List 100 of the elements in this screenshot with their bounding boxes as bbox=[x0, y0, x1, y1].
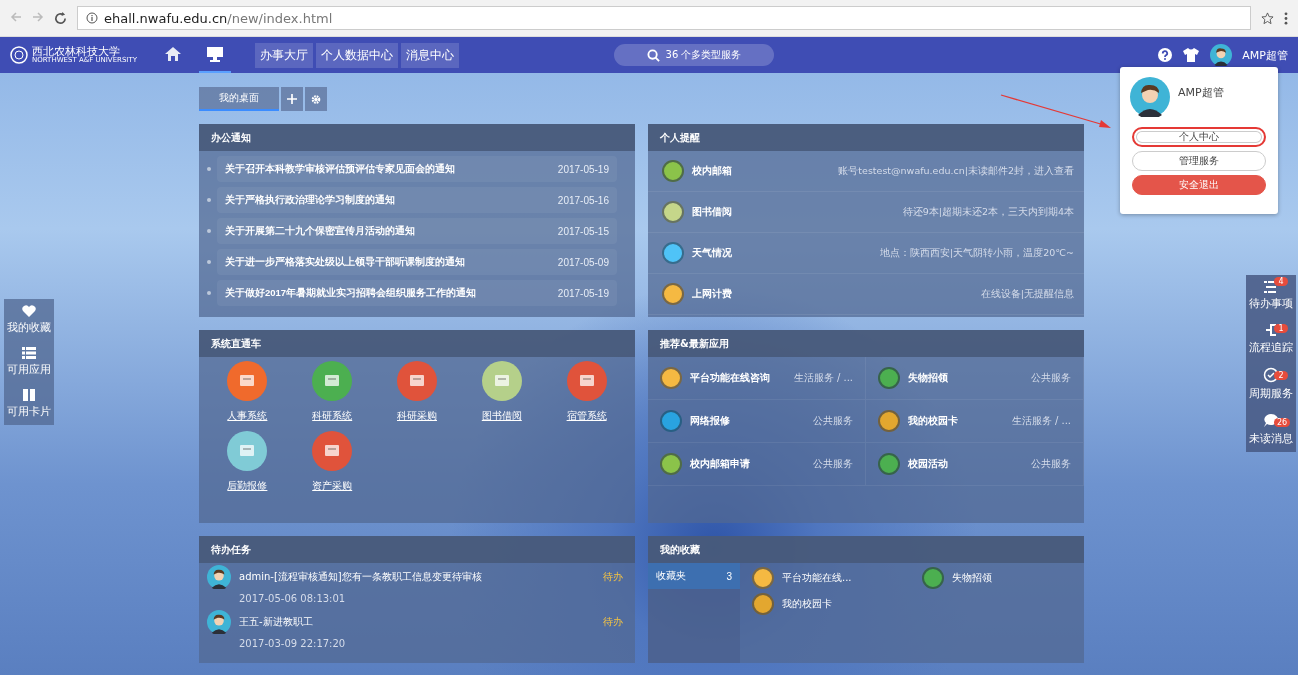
avatar-icon bbox=[207, 610, 231, 634]
user-name[interactable]: AMP超管 bbox=[1242, 47, 1288, 63]
user-name: AMP超管 bbox=[1178, 85, 1224, 100]
avatar-icon bbox=[1210, 44, 1233, 66]
avatar-icon bbox=[1130, 77, 1170, 117]
notice-item[interactable]: 关于召开本科教学审核评估预评估专家见面会的通知 2017-05-19 bbox=[217, 156, 617, 182]
help-icon[interactable] bbox=[1158, 48, 1173, 62]
app-category: 公共服务 bbox=[1031, 371, 1071, 385]
panel-title: 办公通知 bbox=[199, 124, 635, 151]
reminder-name[interactable]: 图书借阅 bbox=[692, 205, 732, 219]
address-bar[interactable]: ehall.nwafu.edu.cn/new/index.html bbox=[77, 6, 1251, 30]
system-icon[interactable] bbox=[566, 361, 607, 401]
menu-button[interactable]: 安全退出 bbox=[1132, 175, 1266, 195]
more-icon[interactable] bbox=[1284, 11, 1288, 25]
university-emblem-icon bbox=[10, 46, 28, 64]
panel-title: 待办任务 bbox=[199, 536, 635, 563]
task-text[interactable]: admin-[流程审核通知]您有一条教职工信息变更待审核 bbox=[239, 570, 482, 584]
list-icon bbox=[1264, 281, 1278, 293]
app-name[interactable]: 校园活动 bbox=[908, 457, 948, 471]
task-text[interactable]: 王五-新进教职工 bbox=[239, 615, 313, 629]
add-button[interactable] bbox=[281, 87, 303, 111]
system-icon[interactable] bbox=[312, 361, 353, 401]
panel-title: 系统直通车 bbox=[199, 330, 635, 357]
panel-title: 我的收藏 bbox=[648, 536, 1084, 563]
task-time: 2017-05-06 08:13:01 bbox=[239, 593, 347, 604]
dock-item[interactable]: 可用应用 bbox=[4, 341, 54, 383]
info-icon bbox=[86, 12, 98, 24]
avatar-icon bbox=[207, 565, 231, 589]
list-icon bbox=[22, 347, 36, 359]
app-name[interactable]: 校内邮箱申请 bbox=[690, 457, 750, 471]
panel-title: 个人提醒 bbox=[648, 124, 1084, 151]
branch-icon bbox=[1264, 323, 1278, 337]
system-icon[interactable] bbox=[312, 431, 353, 471]
monitor-icon bbox=[206, 46, 224, 62]
task-status: 待办 bbox=[603, 570, 623, 584]
gear-icon bbox=[311, 92, 321, 106]
app-name[interactable]: 平台功能在线咨询 bbox=[690, 371, 770, 385]
bullet-icon bbox=[207, 167, 211, 171]
heart-icon bbox=[22, 305, 36, 317]
reminder-name[interactable]: 校内邮箱 bbox=[692, 164, 732, 178]
dock-item[interactable]: 我的收藏 bbox=[4, 299, 54, 341]
system-link[interactable]: 科研采购 bbox=[397, 409, 437, 423]
system-link[interactable]: 人事系统 bbox=[227, 409, 268, 423]
reminder-name[interactable]: 天气情况 bbox=[692, 246, 732, 260]
menu-button[interactable]: 管理服务 bbox=[1132, 151, 1266, 171]
cards-icon bbox=[23, 389, 35, 401]
notice-item[interactable]: 关于进一步严格落实处级以上领导干部听课制度的通知 2017-05-09 bbox=[217, 249, 617, 275]
panel-title: 推荐&最新应用 bbox=[648, 330, 1084, 357]
dock-item[interactable]: 可用卡片 bbox=[4, 383, 54, 425]
reminder-name[interactable]: 上网计费 bbox=[692, 287, 732, 301]
system-icon[interactable] bbox=[481, 361, 522, 401]
menu-button[interactable]: 个人中心 bbox=[1132, 127, 1266, 147]
app-name[interactable]: 失物招领 bbox=[952, 571, 992, 585]
system-link[interactable]: 宿管系统 bbox=[566, 409, 607, 423]
system-link[interactable]: 资产采购 bbox=[312, 479, 353, 493]
reload-icon[interactable] bbox=[54, 11, 67, 25]
notice-item[interactable]: 关于开展第二十九个保密宣传月活动的通知 2017-05-15 bbox=[217, 218, 617, 244]
reminder-info: 地点：陕西西安|天气阴转小雨，温度20℃~ bbox=[880, 246, 1074, 260]
app-category: 生活服务 / ... bbox=[793, 371, 853, 385]
notice-item[interactable]: 关于严格执行政治理论学习制度的通知 2017-05-16 bbox=[217, 187, 617, 213]
search-icon bbox=[646, 48, 660, 62]
menu-item[interactable]: 办事大厅 bbox=[255, 42, 313, 68]
app-category: 生活服务 / ... bbox=[1011, 414, 1071, 428]
university-name: 西北农林科技大学 bbox=[32, 46, 120, 57]
app-category: 公共服务 bbox=[813, 457, 853, 471]
plus-icon bbox=[287, 93, 297, 105]
reminder-info: 待还9本|超期未还2本，三天内到期4本 bbox=[902, 205, 1074, 219]
star-icon[interactable] bbox=[1261, 11, 1274, 25]
count-badge: 1 bbox=[1274, 324, 1288, 333]
app-category: 公共服务 bbox=[813, 414, 853, 428]
app-name[interactable]: 我的校园卡 bbox=[782, 597, 832, 611]
menu-item[interactable]: 个人数据中心 bbox=[316, 42, 398, 68]
folder-item[interactable]: 收藏夹 3 bbox=[648, 563, 740, 589]
bullet-icon bbox=[207, 260, 211, 264]
task-time: 2017-03-09 22:17:20 bbox=[239, 638, 347, 649]
check-circle-icon bbox=[1263, 367, 1279, 383]
app-name[interactable]: 失物招领 bbox=[908, 371, 948, 385]
desktop-tab[interactable]: 我的桌面 bbox=[199, 87, 279, 111]
search-field[interactable]: 36 个多类型服务 bbox=[614, 44, 774, 66]
notice-item[interactable]: 关于做好2017年暑期就业实习招聘会组织服务工作的通知 2017-05-19 bbox=[217, 280, 617, 306]
app-name[interactable]: 平台功能在线... bbox=[782, 571, 852, 585]
menu-item[interactable]: 消息中心 bbox=[401, 42, 459, 68]
app-category: 公共服务 bbox=[1031, 457, 1071, 471]
bullet-icon bbox=[207, 291, 211, 295]
count-badge: 4 bbox=[1274, 277, 1288, 286]
reminder-info: 账号testest@nwafu.edu.cn|未读邮件2封，进入查看 bbox=[838, 164, 1074, 178]
app-name[interactable]: 网络报修 bbox=[690, 414, 730, 428]
system-link[interactable]: 后勤报修 bbox=[227, 479, 268, 493]
shirt-icon[interactable] bbox=[1182, 47, 1201, 63]
system-icon[interactable] bbox=[397, 361, 437, 401]
task-status: 待办 bbox=[603, 615, 623, 629]
settings-button[interactable] bbox=[305, 87, 327, 111]
reminder-info: 在线设备|无提醒信息 bbox=[980, 287, 1074, 301]
system-icon[interactable] bbox=[227, 431, 268, 471]
system-link[interactable]: 图书借阅 bbox=[481, 409, 522, 423]
system-link[interactable]: 科研系统 bbox=[312, 409, 353, 423]
home-icon bbox=[164, 46, 182, 62]
system-icon[interactable] bbox=[227, 361, 268, 401]
app-name[interactable]: 我的校园卡 bbox=[908, 414, 958, 428]
count-badge: 26 bbox=[1274, 418, 1291, 427]
